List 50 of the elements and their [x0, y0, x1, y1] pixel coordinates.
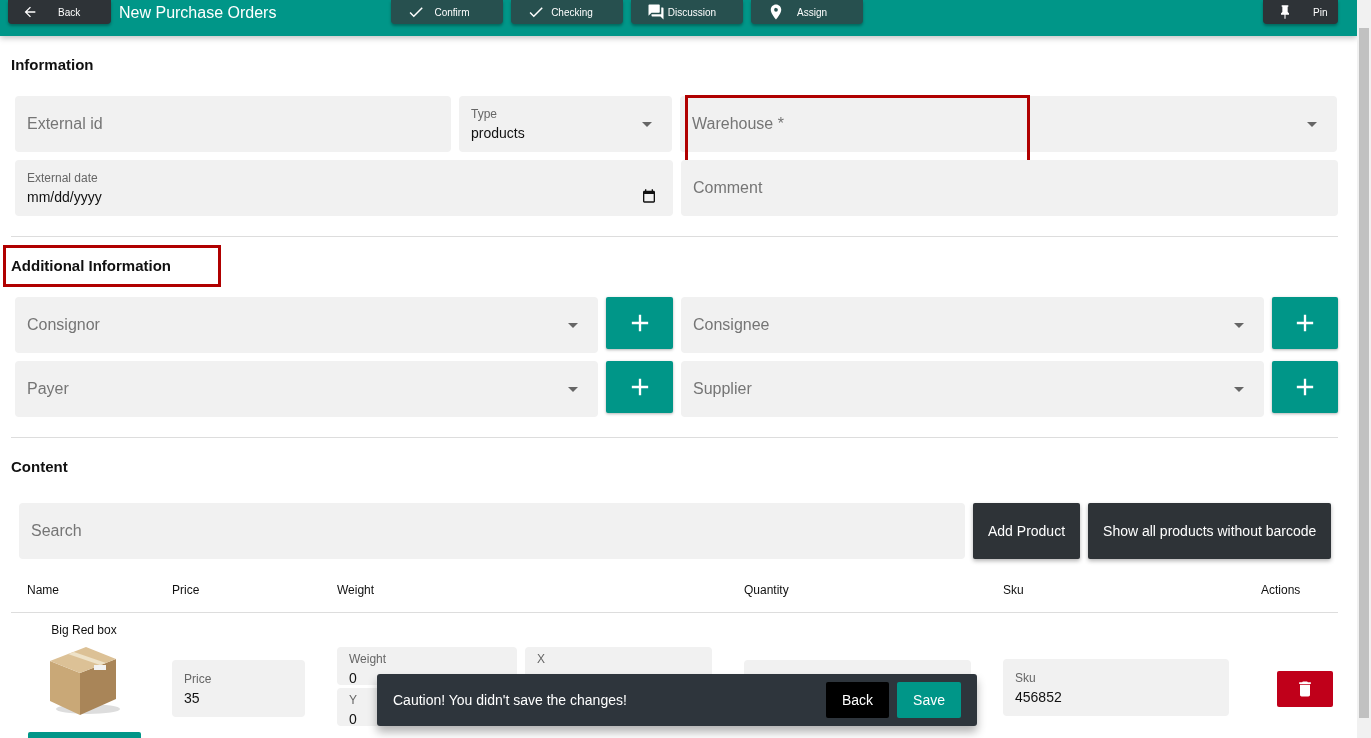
column-header: Quantity [744, 583, 790, 597]
back-button[interactable]: Back [825, 682, 890, 718]
add-button[interactable] [1272, 361, 1338, 413]
delete-button[interactable] [1277, 671, 1333, 707]
action-button[interactable]: Show all products without barcode [1088, 503, 1332, 559]
column-header: Actions [1261, 583, 1302, 597]
comment-field[interactable]: Comment [681, 160, 1338, 216]
add-button[interactable] [606, 361, 673, 413]
dropdown-caret-icon [642, 122, 652, 127]
type-dropdown[interactable]: Type products [459, 96, 672, 152]
dropdown-caret-icon [1234, 323, 1244, 328]
product-name: Big Red box [51, 623, 117, 637]
back-button[interactable]: Back [8, 0, 111, 24]
column-header: Name [27, 583, 60, 597]
pin-button[interactable]: Pin [1263, 0, 1338, 24]
dropdown-field[interactable]: Consignor [15, 297, 598, 353]
dropdown-caret-icon [568, 387, 578, 392]
search-field[interactable]: Search [19, 503, 965, 559]
column-header: Price [172, 583, 201, 597]
add-button[interactable] [1272, 297, 1338, 349]
back-arrow-icon [22, 4, 38, 20]
scrollbar[interactable] [1357, 0, 1371, 738]
warehouse-dropdown[interactable]: Warehouse * [680, 96, 1337, 152]
calendar-icon [641, 188, 657, 204]
dropdown-field[interactable]: Payer [15, 361, 598, 417]
dropdown-field[interactable]: Consignee [681, 297, 1264, 353]
notification-message: Caution! You didn't save the changes! [393, 692, 627, 708]
action-button[interactable]: Add Product [973, 503, 1081, 559]
price-field[interactable]: Price 35 [172, 660, 305, 717]
sku-field[interactable]: Sku 456852 [1003, 659, 1229, 716]
page-title: New Purchase Orders [119, 4, 278, 22]
external-id-field[interactable]: External id [15, 96, 451, 152]
toolbar-button[interactable]: Checking [511, 0, 623, 24]
section-heading: Information [11, 55, 95, 75]
dropdown-caret-icon [1234, 387, 1244, 392]
toolbar-button[interactable]: Confirm [391, 0, 503, 24]
toolbar-button[interactable]: Discussion [631, 0, 743, 24]
toolbar-button[interactable]: Assign [751, 0, 863, 24]
column-header: Sku [1003, 583, 1025, 597]
dropdown-field[interactable]: Supplier [681, 361, 1264, 417]
comment-icon [647, 3, 665, 21]
scrollbar-thumb[interactable] [1359, 28, 1369, 718]
save-button[interactable]: Save [897, 682, 961, 718]
section-heading: Content [11, 457, 69, 477]
column-header: Weight [337, 583, 376, 597]
date-field[interactable]: External date mm/dd/yyyy [15, 160, 673, 216]
dropdown-caret-icon [568, 323, 578, 328]
dropdown-caret-icon [1307, 122, 1317, 127]
add-button[interactable] [606, 297, 673, 349]
section-heading: Additional Information [11, 256, 172, 276]
